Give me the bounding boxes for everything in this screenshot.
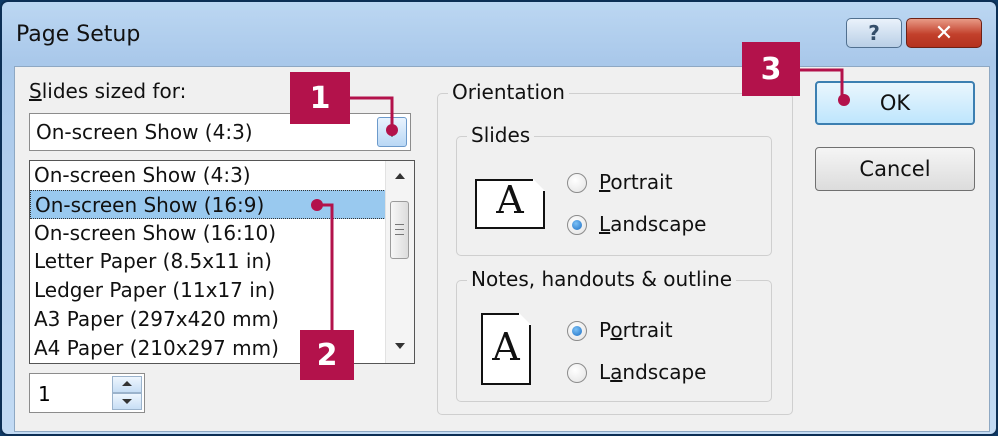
callout-line-3 — [800, 68, 844, 98]
callout-dot-2 — [311, 199, 323, 211]
callout-2: 2 — [300, 330, 354, 380]
callout-3: 3 — [742, 42, 800, 96]
callout-dot-3 — [838, 94, 850, 106]
callout-line-2 — [317, 203, 334, 335]
callout-dot-1 — [386, 124, 398, 136]
callout-line-1 — [350, 96, 394, 128]
callout-lines — [311, 68, 850, 335]
callout-1: 1 — [290, 72, 350, 124]
